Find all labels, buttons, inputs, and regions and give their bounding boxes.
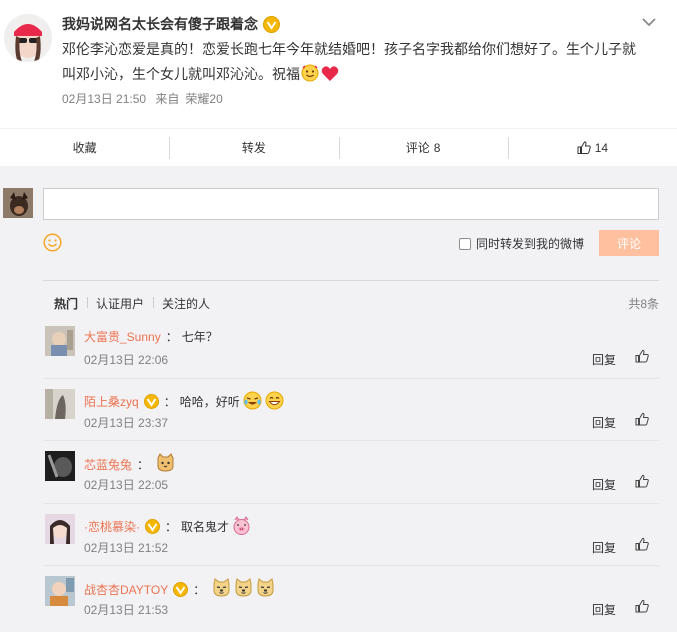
comment-line: 陌上桑zyq ： 哈哈，好听 — [84, 391, 284, 413]
verified-icon — [263, 15, 280, 33]
comment-text: 七年？ — [181, 330, 218, 344]
comment-line: 芯蓝兔兔 ： — [84, 453, 175, 475]
submit-comment-button[interactable]: 评论 — [599, 230, 659, 256]
comment-separator: ： — [137, 457, 150, 472]
commenter-avatar[interactable] — [45, 326, 75, 356]
comment-time: 02月13日 22:05 — [84, 478, 169, 492]
current-user-avatar[interactable] — [3, 188, 33, 218]
commenter-name[interactable]: 陌上桑zyq — [84, 393, 139, 410]
comment-separator: ： — [165, 330, 178, 344]
commenter-name[interactable]: 芯蓝兔兔 — [84, 456, 132, 473]
comment-separator: ： — [163, 395, 176, 409]
reply-button[interactable]: 回复 — [592, 351, 616, 368]
verified-icon — [143, 394, 159, 409]
comment-separator: ： — [165, 520, 178, 534]
reply-button[interactable]: 回复 — [592, 476, 616, 493]
comment-line: ·恋桃慕染· ： 取名鬼才 — [84, 515, 251, 538]
doge-emoji-icon — [234, 578, 253, 600]
post-text-line-2: 叫邓小沁，生个女儿就叫邓沁沁。祝福 — [62, 62, 647, 90]
commenter-avatar[interactable] — [45, 576, 75, 606]
thumbs-up-icon — [577, 141, 591, 154]
comment-text: 哈哈，好听 — [179, 395, 240, 409]
post-source-prefix: 来自 — [155, 92, 180, 106]
weibo-post: 我妈说网名太长会有傻子跟着念 邓伦李沁恋爱是真的！恋爱长跑七年今年就结婚吧！孩子… — [0, 0, 677, 128]
comment-separator: ： — [193, 582, 206, 597]
comment-list-header: 热门 认证用户 关注的人 共8条 — [43, 280, 659, 316]
post-meta: 02月13日 21:50 来自 荣耀20 — [62, 90, 229, 107]
doge-emoji-icon — [256, 578, 275, 600]
post-text: 邓伦李沁恋爱是真的！恋爱长跑七年今年就结婚吧！孩子名字我都给你们想好了。生个儿子… — [62, 37, 647, 90]
reply-button[interactable]: 回复 — [592, 601, 616, 618]
favorite-label: 收藏 — [72, 141, 97, 155]
comment-filter-tabs: 热门 认证用户 关注的人 — [54, 295, 219, 312]
comment-time: 02月13日 22:06 — [84, 353, 169, 367]
thumbs-up-icon[interactable] — [635, 349, 649, 363]
comment-count: 8 — [433, 140, 441, 155]
comment-label: 评论 — [405, 141, 430, 155]
comment-item: 大富贵_Sunny ： 七年？ 02月13日 22:06 回复 — [43, 316, 659, 379]
blessing-emoji-icon — [301, 64, 319, 90]
repost-button[interactable]: 转发 — [169, 129, 338, 166]
comment-line: 战杏杏DAYTOY ： — [84, 578, 275, 600]
commenter-name[interactable]: ·恋桃慕染· — [84, 518, 140, 535]
also-repost-option[interactable]: 同时转发到我的微博 — [459, 235, 584, 252]
thumbs-up-icon[interactable] — [635, 599, 649, 613]
commenter-name[interactable]: 战杏杏DAYTOY — [84, 581, 168, 598]
commenter-avatar[interactable] — [45, 513, 75, 544]
commenter-avatar[interactable] — [45, 388, 75, 419]
comment-text: 取名鬼才 — [181, 520, 230, 534]
pig-emoji-icon — [232, 515, 251, 538]
comment-section: 同时转发到我的微博 评论 热门 认证用户 关注的人 共8条 大富贵_Sunny … — [0, 166, 677, 632]
post-date[interactable]: 02月13日 21:50 — [62, 92, 146, 106]
commenter-name[interactable]: 大富贵_Sunny — [84, 328, 161, 345]
doge-emoji-icon — [212, 578, 231, 600]
comment-item: 陌上桑zyq ： 哈哈，好听 02月13日 23:37 回复 — [43, 379, 659, 441]
reply-button[interactable]: 回复 — [592, 539, 616, 556]
also-repost-label: 同时转发到我的微博 — [476, 237, 585, 251]
cat-emoji-icon — [156, 453, 175, 475]
grin-emoji-icon — [265, 391, 284, 413]
comment-time: 02月13日 23:37 — [84, 415, 169, 430]
heart-emoji-icon — [321, 65, 339, 90]
thumbs-up-icon[interactable] — [635, 412, 649, 426]
laugh-cry-emoji-icon — [243, 391, 262, 413]
reply-button[interactable]: 回复 — [592, 414, 616, 431]
comment-total: 共8条 — [628, 297, 659, 311]
tab-verified-users[interactable]: 认证用户 — [87, 295, 153, 312]
like-count: 14 — [594, 140, 609, 155]
comment-list: 大富贵_Sunny ： 七年？ 02月13日 22:06 回复 陌上桑zyq ：… — [43, 316, 659, 629]
comment-time: 02月13日 21:53 — [84, 603, 169, 617]
comment-input[interactable] — [43, 188, 659, 220]
post-text-line-1: 邓伦李沁恋爱是真的！恋爱长跑七年今年就结婚吧！孩子名字我都给你们想好了。生个儿子… — [62, 41, 636, 57]
tab-following[interactable]: 关注的人 — [153, 295, 219, 312]
favorite-button[interactable]: 收藏 — [0, 129, 169, 166]
comment-item: ·恋桃慕染· ： 取名鬼才 02月13日 21:52 回复 — [43, 504, 659, 566]
comment-line: 大富贵_Sunny ： 七年？ — [84, 328, 218, 345]
like-button[interactable]: 14 — [507, 129, 677, 166]
post-author-name[interactable]: 我妈说网名太长会有傻子跟着念 — [62, 14, 258, 34]
tab-hot[interactable]: 热门 — [54, 295, 87, 312]
comment-time: 02月13日 21:52 — [84, 540, 169, 555]
commenter-avatar[interactable] — [45, 451, 75, 481]
comment-item: 芯蓝兔兔 ： 02月13日 22:05 回复 — [43, 441, 659, 504]
emoji-picker-icon[interactable] — [43, 233, 62, 252]
verified-icon — [145, 519, 160, 534]
post-source[interactable]: 荣耀20 — [185, 92, 222, 106]
author-avatar[interactable] — [4, 14, 52, 62]
verified-icon — [173, 581, 189, 597]
thumbs-up-icon[interactable] — [635, 537, 649, 551]
repost-label: 转发 — [241, 141, 266, 155]
thumbs-up-icon[interactable] — [635, 474, 649, 488]
chevron-down-icon[interactable] — [641, 16, 657, 28]
comment-button[interactable]: 评论 8 — [338, 129, 508, 166]
post-author-row: 我妈说网名太长会有傻子跟着念 — [62, 14, 280, 34]
comment-item: 战杏杏DAYTOY ： 02月13日 21:53 回复 — [43, 566, 659, 629]
post-action-bar: 收藏 转发 评论 8 14 — [0, 128, 677, 166]
also-repost-checkbox[interactable] — [459, 237, 471, 250]
